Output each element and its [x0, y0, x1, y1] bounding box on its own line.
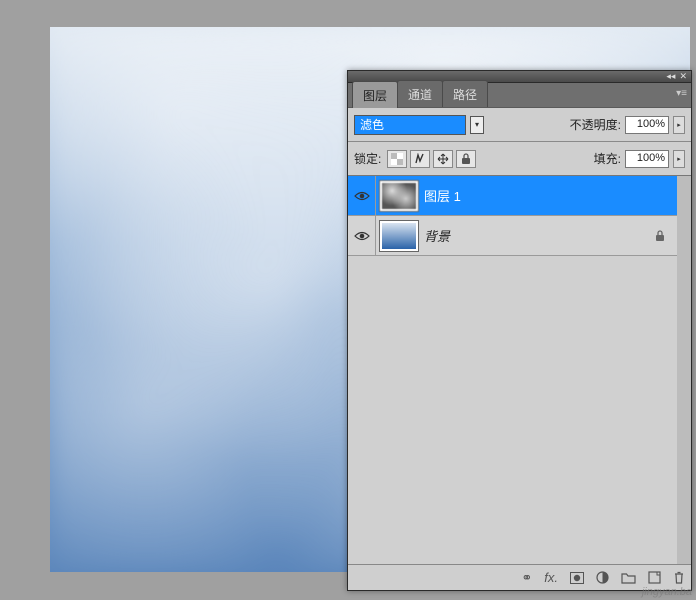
lock-label: 锁定: [354, 150, 381, 167]
layer-thumbnail[interactable] [380, 181, 418, 211]
opacity-slider-icon[interactable]: ▸ [673, 116, 685, 134]
lock-pixels-icon[interactable] [410, 150, 430, 168]
tab-layers[interactable]: 图层 [352, 81, 398, 108]
fill-label: 填充: [594, 150, 621, 167]
layer-list: ▴ 图层 1 背景 ▾ [348, 176, 691, 564]
delete-layer-icon[interactable] [673, 571, 685, 584]
layer-row[interactable]: 背景 [348, 216, 677, 256]
panel-tabs: 图层 通道 路径 ▾≡ [348, 83, 691, 108]
add-mask-icon[interactable] [570, 572, 584, 584]
blend-mode-dropdown-icon[interactable]: ▾ [470, 116, 484, 134]
blend-opacity-row: 滤色 ▾ 不透明度: 100% ▸ [348, 108, 691, 142]
visibility-toggle[interactable] [348, 176, 376, 215]
layer-thumbnail[interactable] [380, 221, 418, 251]
layer-name[interactable]: 背景 [424, 226, 655, 245]
scroll-down-icon[interactable]: ▾ [677, 550, 691, 564]
new-group-icon[interactable] [621, 572, 636, 584]
fill-slider-icon[interactable]: ▸ [673, 150, 685, 168]
visibility-toggle[interactable] [348, 216, 376, 255]
tab-paths[interactable]: 路径 [442, 80, 488, 107]
eye-icon [354, 230, 370, 242]
layer-row[interactable]: 图层 1 [348, 176, 677, 216]
fill-input[interactable]: 100% [625, 150, 669, 168]
collapse-icon[interactable]: ◂◂ [666, 71, 675, 82]
layer-lock-indicator [655, 230, 677, 242]
lock-position-icon[interactable] [433, 150, 453, 168]
opacity-label: 不透明度: [570, 116, 621, 133]
scroll-up-icon[interactable]: ▴ [677, 176, 691, 190]
blend-mode-select[interactable]: 滤色 [354, 115, 466, 135]
panel-flyout-menu-icon[interactable]: ▾≡ [676, 88, 687, 99]
layer-name[interactable]: 图层 1 [424, 186, 655, 205]
lock-fill-row: 锁定: 填充: 100% ▸ [348, 142, 691, 176]
lock-transparency-icon[interactable] [387, 150, 407, 168]
link-layers-icon[interactable]: ⚭ [521, 570, 532, 586]
lock-icon [655, 230, 665, 242]
adjustment-layer-icon[interactable] [596, 571, 609, 584]
close-icon[interactable]: ✕ [679, 71, 687, 82]
eye-icon [354, 190, 370, 202]
lock-all-icon[interactable] [456, 150, 476, 168]
opacity-input[interactable]: 100% [625, 116, 669, 134]
lock-buttons [387, 150, 476, 168]
tab-channels[interactable]: 通道 [397, 80, 443, 107]
panel-footer: ⚭ fx. [348, 564, 691, 590]
new-layer-icon[interactable] [648, 571, 661, 584]
layer-effects-icon[interactable]: fx. [544, 570, 558, 585]
layers-panel: ◂◂ ✕ 图层 通道 路径 ▾≡ 滤色 ▾ 不透明度: 100% ▸ 锁定: [347, 70, 692, 591]
